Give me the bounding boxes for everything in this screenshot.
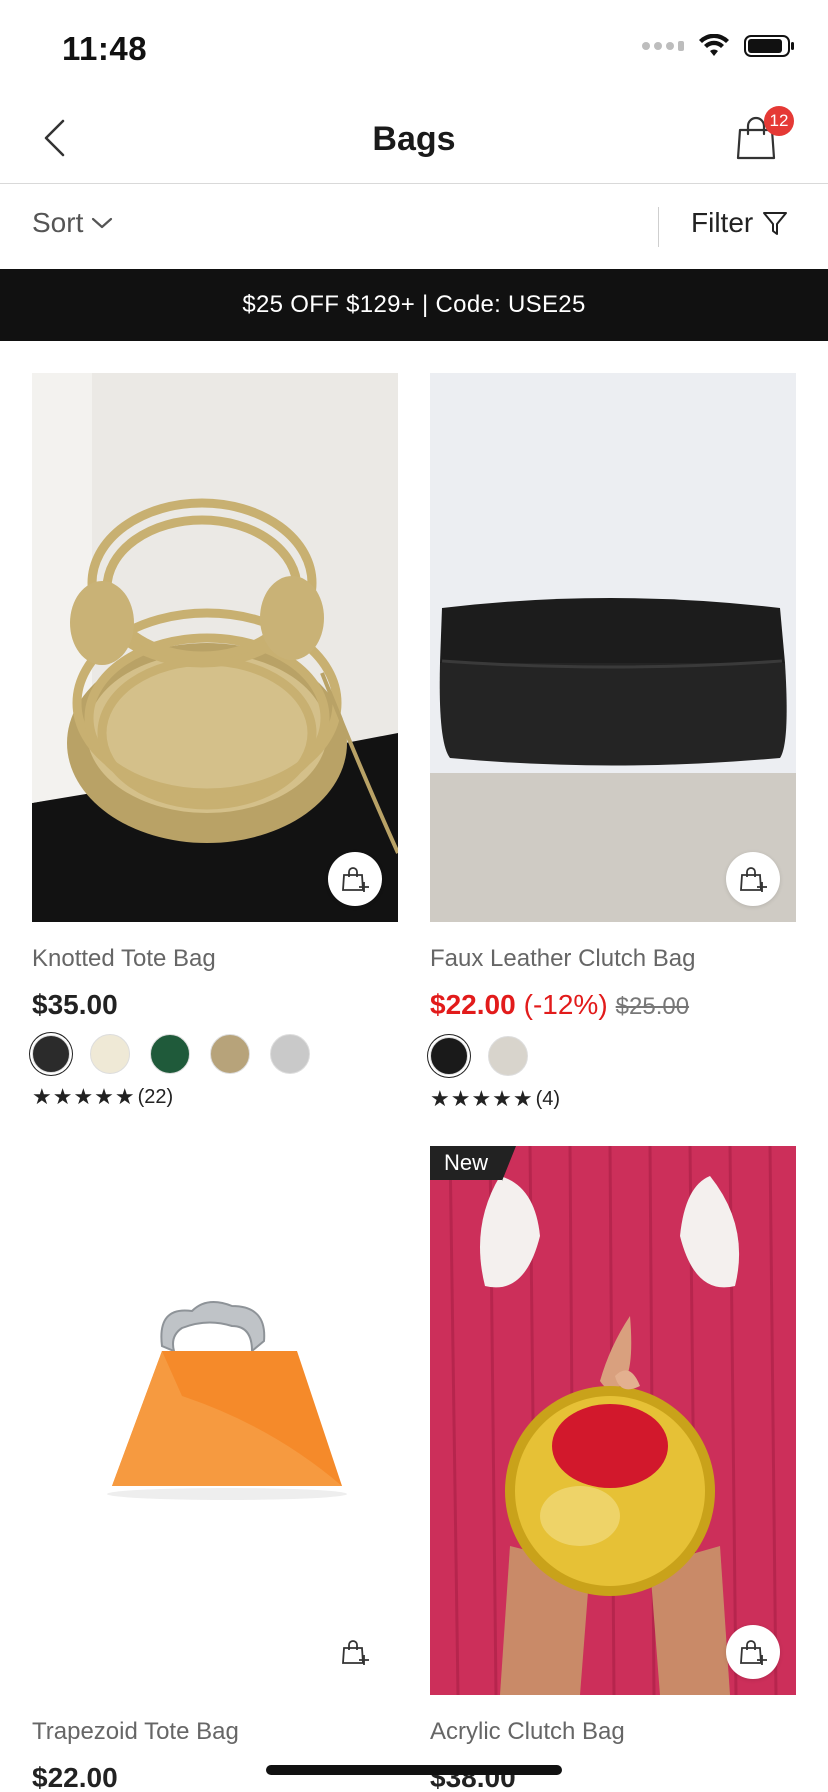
add-to-bag-icon bbox=[740, 867, 767, 892]
wifi-icon bbox=[699, 34, 729, 56]
product-name[interactable]: Knotted Tote Bag bbox=[32, 944, 398, 974]
page-title: Bags bbox=[372, 120, 456, 158]
product-image[interactable] bbox=[430, 373, 796, 922]
knotted-tote-bag-image bbox=[32, 373, 398, 922]
product-image[interactable] bbox=[32, 373, 398, 922]
promo-banner[interactable]: $25 OFF $129+ | Code: USE25 bbox=[0, 269, 828, 341]
product-card[interactable]: New Acrylic Clutch Bag $38.00 bbox=[430, 1146, 796, 1792]
funnel-icon bbox=[763, 212, 788, 235]
cellular-signal-icon bbox=[642, 41, 684, 51]
battery-icon bbox=[744, 35, 794, 57]
product-name[interactable]: Trapezoid Tote Bag bbox=[32, 1717, 398, 1747]
sale-price: $22.00 bbox=[430, 989, 516, 1020]
sort-button[interactable]: Sort bbox=[32, 207, 113, 239]
chevron-down-icon bbox=[92, 217, 113, 229]
filter-button[interactable]: Filter bbox=[691, 207, 789, 239]
color-swatches bbox=[430, 1036, 796, 1076]
product-rating: ★★★★★ (4) bbox=[430, 1086, 796, 1112]
quick-add-button[interactable] bbox=[726, 852, 780, 906]
home-indicator[interactable] bbox=[266, 1765, 562, 1775]
quick-add-button[interactable] bbox=[328, 852, 382, 906]
product-name[interactable]: Faux Leather Clutch Bag bbox=[430, 944, 796, 974]
product-price: $22.00 bbox=[32, 1762, 118, 1792]
toolbar-divider bbox=[658, 207, 659, 247]
filter-label: Filter bbox=[691, 207, 754, 238]
product-name[interactable]: Acrylic Clutch Bag bbox=[430, 1717, 796, 1747]
add-to-bag-icon bbox=[740, 1640, 767, 1665]
color-swatch[interactable] bbox=[210, 1034, 250, 1074]
new-badge: New bbox=[430, 1146, 517, 1181]
product-image[interactable]: New bbox=[430, 1146, 796, 1695]
status-icons bbox=[642, 34, 796, 58]
product-card[interactable]: Knotted Tote Bag $35.00 ★★★★★ (22) bbox=[32, 373, 398, 1110]
status-time: 11:48 bbox=[62, 30, 148, 67]
original-price: $25.00 bbox=[615, 993, 690, 1020]
color-swatch[interactable] bbox=[150, 1034, 190, 1074]
price-row: $35.00 bbox=[32, 988, 398, 1022]
acrylic-clutch-image bbox=[430, 1146, 796, 1695]
star-rating-icon: ★★★★★ bbox=[32, 1084, 136, 1109]
add-to-bag-icon bbox=[342, 867, 369, 892]
status-bar: 11:48 bbox=[0, 0, 828, 96]
product-card[interactable]: Faux Leather Clutch Bag $22.00 (-12%) $2… bbox=[430, 373, 796, 1112]
product-price: $35.00 bbox=[32, 989, 118, 1020]
rating-count: (4) bbox=[535, 1087, 561, 1110]
add-to-bag-icon bbox=[342, 1640, 369, 1665]
sort-label: Sort bbox=[32, 207, 84, 238]
discount-percent: (-12%) bbox=[523, 989, 608, 1020]
product-image[interactable] bbox=[32, 1146, 398, 1695]
rating-count: (22) bbox=[137, 1085, 174, 1108]
quick-add-button[interactable] bbox=[328, 1625, 382, 1679]
color-swatch[interactable] bbox=[32, 1035, 70, 1073]
product-rating: ★★★★★ (22) bbox=[32, 1084, 398, 1110]
header: Bags bbox=[0, 96, 828, 184]
faux-leather-clutch-image bbox=[430, 373, 796, 922]
color-swatch[interactable] bbox=[90, 1034, 130, 1074]
star-rating-icon: ★★★★★ bbox=[430, 1086, 534, 1111]
color-swatch[interactable] bbox=[430, 1037, 468, 1075]
trapezoid-tote-image bbox=[32, 1146, 398, 1695]
product-card[interactable]: Trapezoid Tote Bag $22.00 bbox=[32, 1146, 398, 1792]
color-swatch[interactable] bbox=[270, 1034, 310, 1074]
color-swatch[interactable] bbox=[488, 1036, 528, 1076]
quick-add-button[interactable] bbox=[726, 1625, 780, 1679]
price-row: $22.00 (-12%) $25.00 bbox=[430, 988, 796, 1024]
cart-count-badge: 12 bbox=[764, 106, 794, 136]
sort-filter-bar: Sort Filter bbox=[0, 185, 828, 269]
color-swatches bbox=[32, 1034, 398, 1074]
